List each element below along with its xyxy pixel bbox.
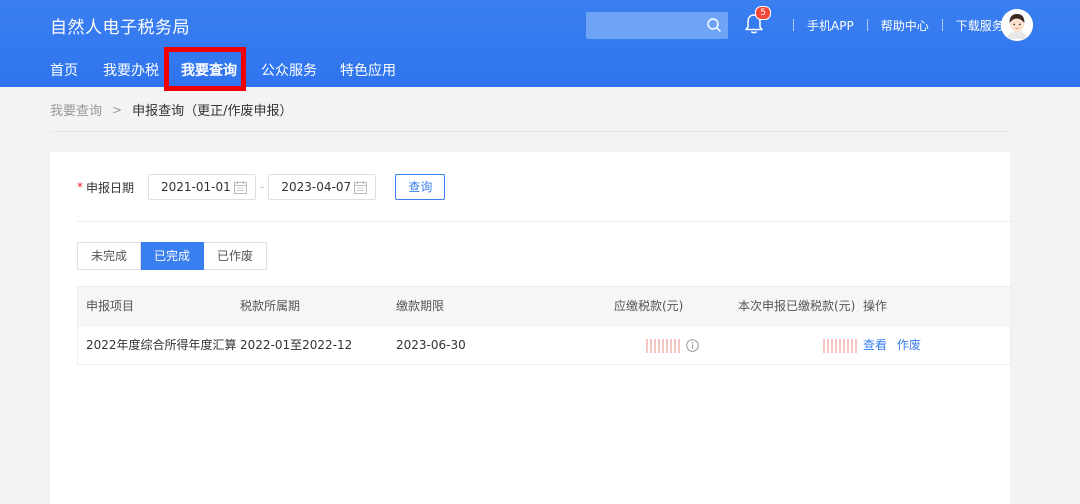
row-period: 2022-01至2022-12 xyxy=(240,338,353,352)
end-date-input[interactable]: 2023-04-07 xyxy=(268,174,377,200)
nav-public-services[interactable]: 公众服务 xyxy=(261,58,317,87)
col-tax-paid: 本次申报已缴税款(元) xyxy=(738,299,856,313)
mobile-app-link[interactable]: 手机APP xyxy=(807,17,854,34)
void-link[interactable]: 作废 xyxy=(897,338,921,352)
link-divider xyxy=(866,19,868,31)
query-button[interactable]: 查询 xyxy=(395,174,446,200)
start-date-input[interactable]: 2021-01-01 xyxy=(148,174,257,200)
form-divider xyxy=(77,221,1012,222)
row-actions: 查看 作废 xyxy=(863,326,921,364)
redacted-amount xyxy=(823,338,857,353)
link-divider xyxy=(793,19,794,31)
top-links: 手机APP 帮助中心 下载服务 xyxy=(780,17,1004,33)
nav-home[interactable]: 首页 xyxy=(50,58,78,87)
end-date-value: 2023-04-07 xyxy=(281,180,352,194)
tab-completed[interactable]: 已完成 xyxy=(141,242,205,270)
user-avatar-icon xyxy=(1001,9,1033,41)
view-link[interactable]: 查看 xyxy=(863,338,887,352)
search-icon[interactable] xyxy=(706,17,722,33)
col-declaration-item: 申报项目 xyxy=(86,299,135,313)
nav-featured-apps[interactable]: 特色应用 xyxy=(340,58,396,87)
table-header: 申报项目 税款所属期 缴款期限 应缴税款(元) 本次申报已缴税款(元) 操作 xyxy=(78,287,1011,325)
breadcrumb-divider xyxy=(50,131,1010,132)
calendar-icon xyxy=(234,180,248,194)
redacted-amount xyxy=(646,338,680,353)
row-tax-payable xyxy=(646,326,699,364)
download-service-link[interactable]: 下载服务 xyxy=(956,17,1004,34)
breadcrumb-query[interactable]: 我要查询 xyxy=(50,100,102,119)
breadcrumb-separator: > xyxy=(112,102,123,117)
col-payment-deadline: 缴款期限 xyxy=(396,299,445,313)
row-item: 2022年度综合所得年度汇算 xyxy=(86,338,237,352)
table-row: 2022年度综合所得年度汇算 2022-01至2022-12 2023-06-3… xyxy=(78,325,1011,364)
search-input[interactable] xyxy=(586,12,728,39)
notification-badge: 5 xyxy=(755,6,771,20)
col-actions: 操作 xyxy=(863,299,888,313)
col-tax-period: 税款所属期 xyxy=(240,299,301,313)
tab-voided[interactable]: 已作废 xyxy=(204,242,268,270)
help-center-link[interactable]: 帮助中心 xyxy=(881,17,929,34)
start-date-value: 2021-01-01 xyxy=(161,180,231,194)
date-filter-row: * 申报日期 2021-01-01 - 2023-04-07 查询 xyxy=(77,173,446,201)
avatar[interactable] xyxy=(1001,9,1033,41)
breadcrumb: 我要查询 > 申报查询（更正/作废申报） xyxy=(50,100,293,120)
nav-tax-services[interactable]: 我要办税 xyxy=(103,58,159,87)
link-divider xyxy=(941,19,943,31)
highlight-annotation xyxy=(164,47,246,91)
info-icon[interactable] xyxy=(686,339,699,352)
date-range-separator: - xyxy=(260,180,265,194)
site-title[interactable]: 自然人电子税务局 xyxy=(50,13,190,38)
top-header: 自然人电子税务局 5 手机APP 帮助中心 下载服务 首页 我要办税 我要查询 … xyxy=(0,0,1080,87)
col-tax-payable: 应缴税款(元) xyxy=(614,299,684,313)
query-panel: * 申报日期 2021-01-01 - 2023-04-07 查询 未完成 已完… xyxy=(50,152,1012,504)
required-mark: * xyxy=(77,180,83,194)
declaration-table: 申报项目 税款所属期 缴款期限 应缴税款(元) 本次申报已缴税款(元) 操作 2… xyxy=(77,286,1012,365)
row-tax-paid xyxy=(823,326,857,364)
tab-incomplete[interactable]: 未完成 xyxy=(77,242,142,270)
status-tabs: 未完成 已完成 已作废 xyxy=(77,242,268,270)
breadcrumb-current: 申报查询（更正/作废申报） xyxy=(132,104,293,119)
calendar-icon xyxy=(354,180,368,194)
date-label: 申报日期 xyxy=(86,180,135,195)
row-deadline: 2023-06-30 xyxy=(396,338,466,352)
